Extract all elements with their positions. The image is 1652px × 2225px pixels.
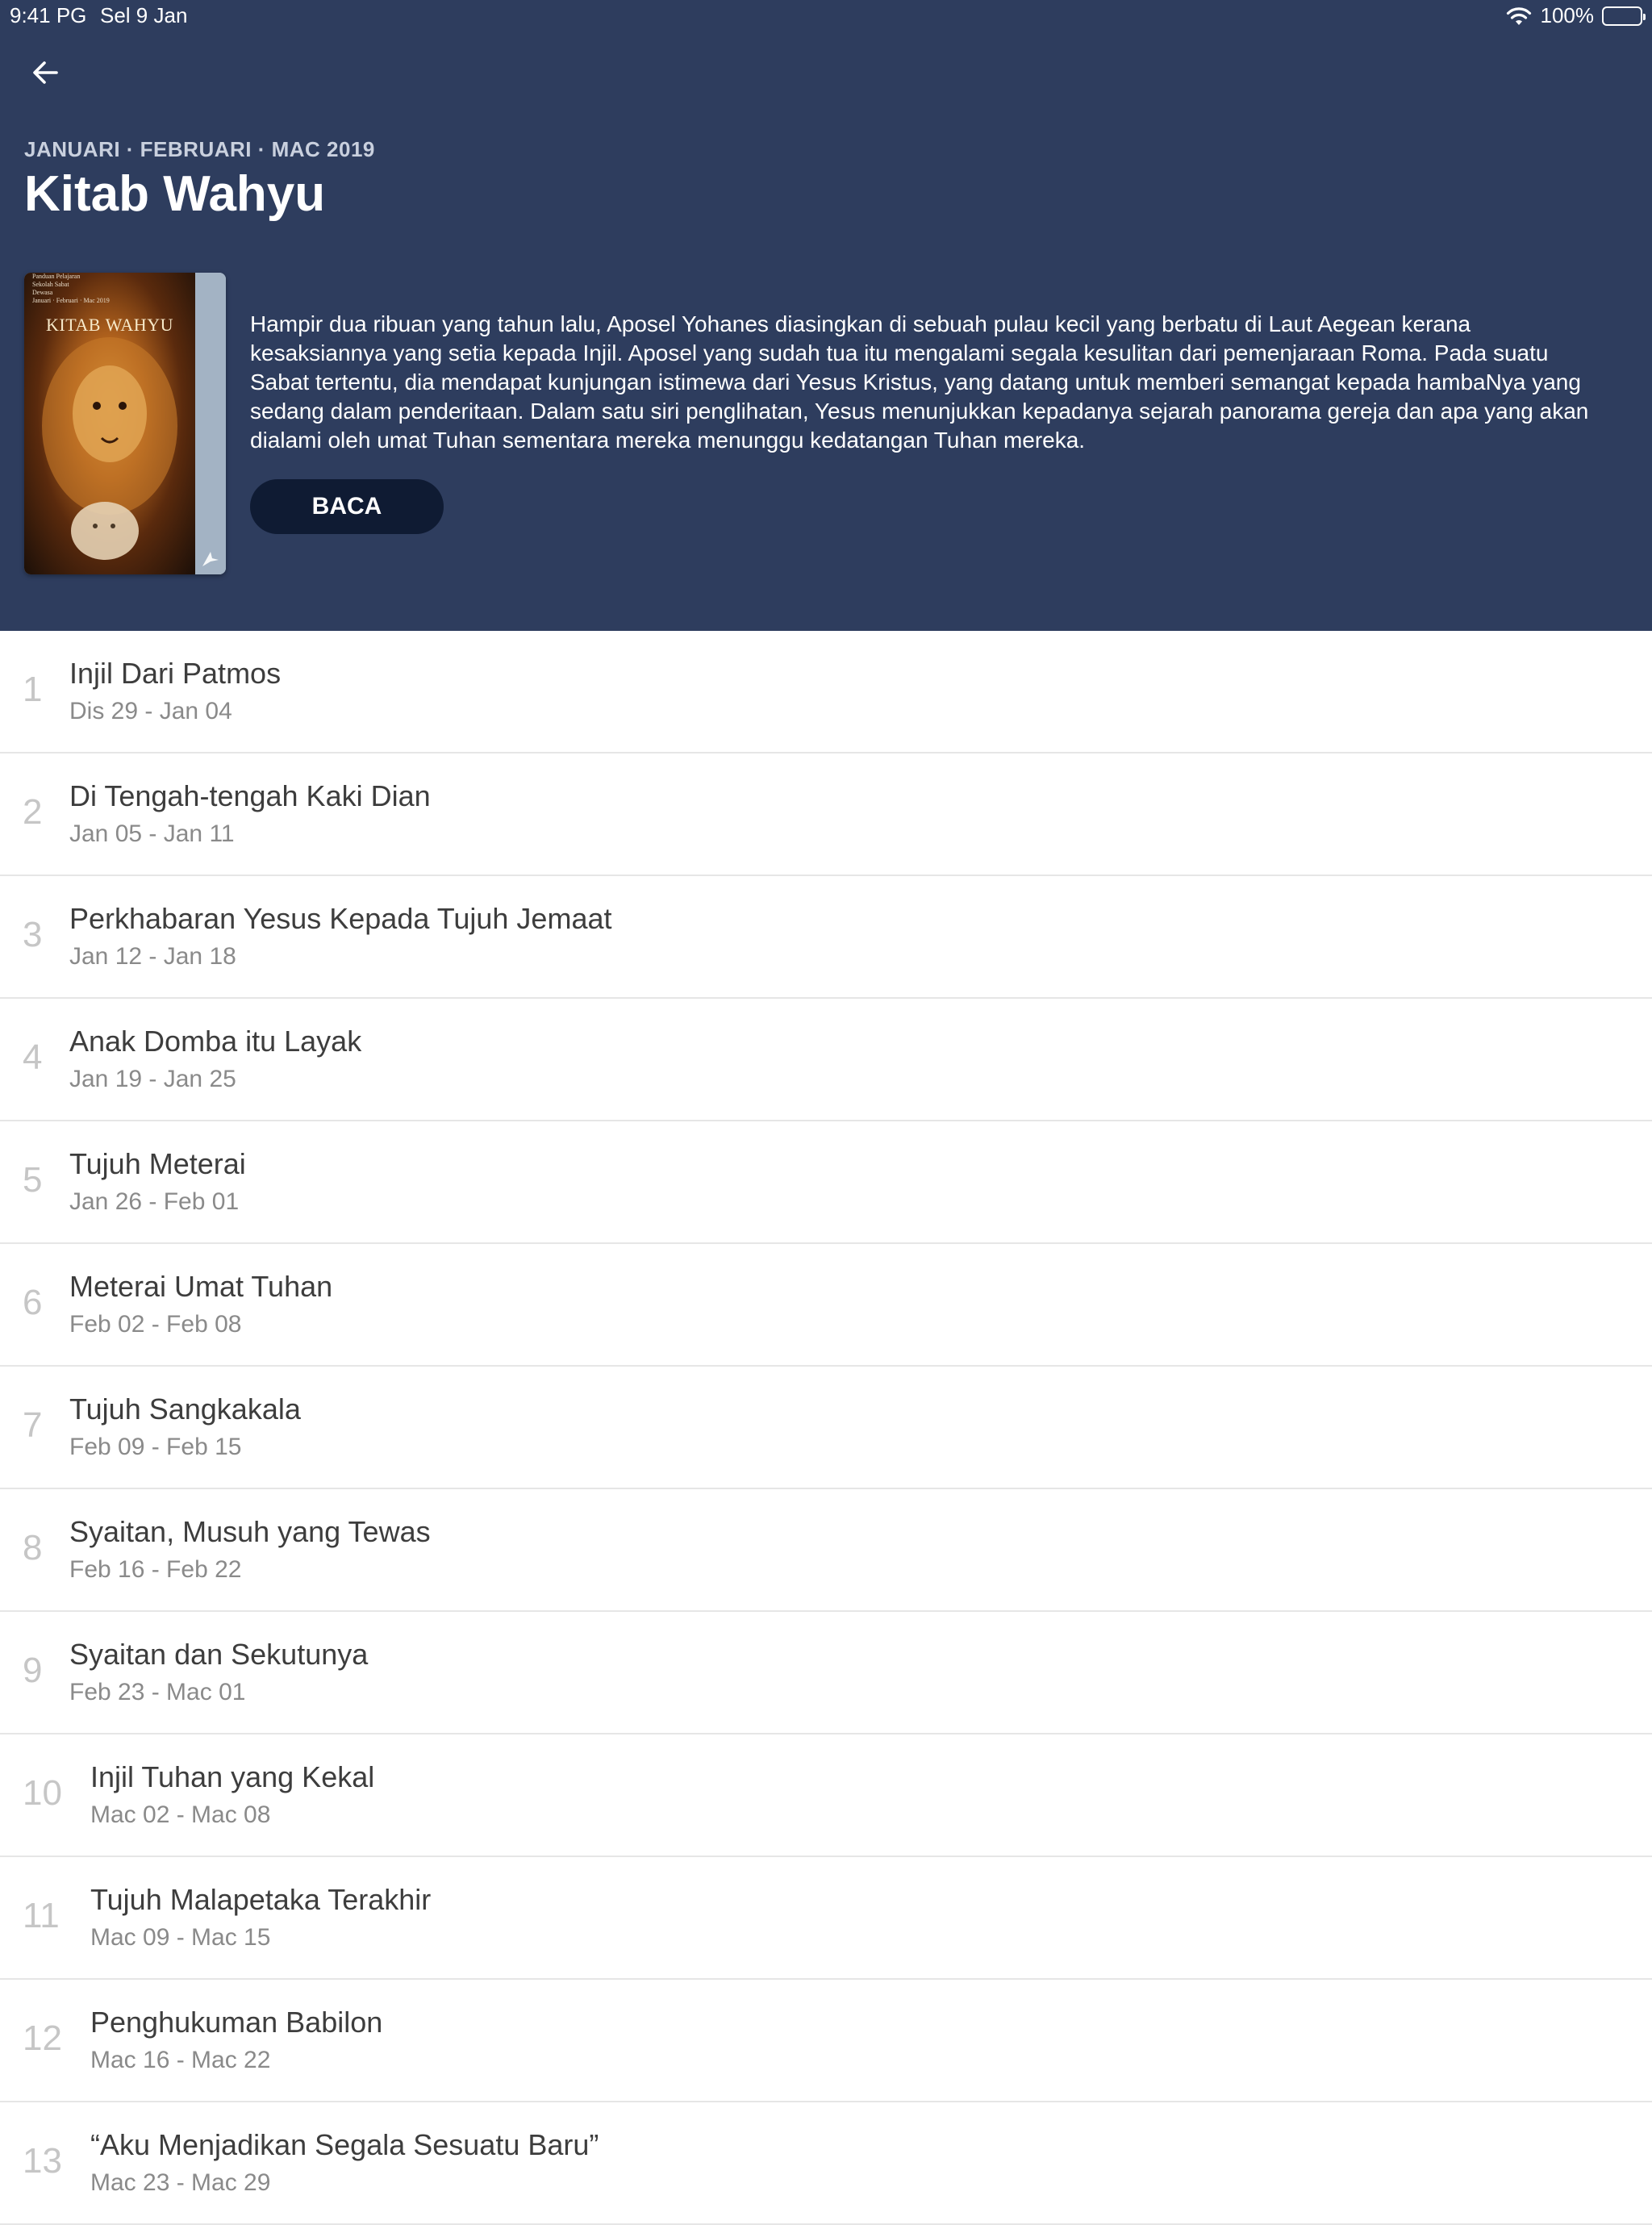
lesson-title: Injil Tuhan yang Kekal (90, 1760, 375, 1793)
lesson-number: 11 (23, 1896, 60, 1935)
lesson-title: Anak Domba itu Layak (69, 1025, 362, 1058)
lesson-dates: Feb 09 - Feb 15 (69, 1434, 242, 1460)
battery-icon (1602, 6, 1646, 26)
back-button[interactable] (23, 50, 68, 95)
lesson-dates: Mac 23 - Mac 29 (90, 2169, 271, 2196)
lesson-title: Tujuh Sangkakala (69, 1392, 301, 1426)
lesson-title: Perkhabaran Yesus Kepada Tujuh Jemaat (69, 902, 612, 935)
lesson-number: 5 (23, 1160, 43, 1200)
lesson-title: Penghukuman Babilon (90, 2006, 383, 2039)
lesson-dates: Mac 02 - Mac 08 (90, 1801, 271, 1828)
lesson-row[interactable]: 5 Tujuh Meterai Jan 26 - Feb 01 (0, 1121, 1652, 1244)
quarter-dates: JANUARI · FEBRUARI · MAC 2019 (24, 137, 375, 161)
book-cover-image: Panduan Pelajaran Sekolah Sabat Dewasa J… (24, 273, 226, 574)
lesson-dates: Jan 26 - Feb 01 (69, 1188, 240, 1215)
lesson-title: Injil Dari Patmos (69, 657, 282, 690)
lesson-row[interactable]: 6 Meterai Umat Tuhan Feb 02 - Feb 08 (0, 1244, 1652, 1367)
cover-spine (195, 273, 226, 574)
lesson-row[interactable]: 1 Injil Dari Patmos Dis 29 - Jan 04 (0, 631, 1652, 753)
lesson-title: Meterai Umat Tuhan (69, 1270, 333, 1303)
lesson-dates: Feb 16 - Feb 22 (69, 1556, 242, 1583)
status-time: 9:41 PG (10, 3, 87, 27)
lesson-dates: Jan 19 - Jan 25 (69, 1066, 236, 1092)
lesson-number: 6 (23, 1283, 43, 1322)
lesson-number: 3 (23, 915, 43, 954)
lesson-number: 9 (23, 1651, 43, 1690)
lesson-list: 1 Injil Dari Patmos Dis 29 - Jan 04 2 Di… (0, 631, 1652, 2225)
wifi-icon (1506, 6, 1531, 25)
lesson-dates: Dis 29 - Jan 04 (69, 698, 232, 724)
lesson-title: Tujuh Meterai (69, 1147, 246, 1180)
read-button[interactable]: BACA (250, 479, 444, 534)
lesson-dates: Jan 12 - Jan 18 (69, 943, 236, 970)
lesson-number: 8 (23, 1528, 43, 1568)
lesson-number: 1 (23, 670, 43, 709)
lesson-dates: Jan 05 - Jan 11 (69, 820, 235, 847)
arrow-left-icon (33, 61, 58, 84)
lesson-row[interactable]: 10 Injil Tuhan yang Kekal Mac 02 - Mac 0… (0, 1734, 1652, 1857)
lesson-header: 9:41 PG Sel 9 Jan 100% JANUARI · FEBRUAR… (0, 0, 1652, 631)
lesson-title: Syaitan dan Sekutunya (69, 1638, 369, 1671)
lesson-title: “Aku Menjadikan Segala Sesuatu Baru” (90, 2128, 599, 2161)
lesson-row[interactable]: 8 Syaitan, Musuh yang Tewas Feb 16 - Feb… (0, 1489, 1652, 1612)
status-bar: 9:41 PG Sel 9 Jan 100% (0, 0, 1652, 32)
lesson-row[interactable]: 4 Anak Domba itu Layak Jan 19 - Jan 25 (0, 999, 1652, 1121)
lesson-row[interactable]: 13 “Aku Menjadikan Segala Sesuatu Baru” … (0, 2102, 1652, 2225)
lesson-row[interactable]: 11 Tujuh Malapetaka Terakhir Mac 09 - Ma… (0, 1857, 1652, 1980)
lesson-title: Syaitan, Musuh yang Tewas (69, 1515, 431, 1548)
cover-title: KITAB WAHYU (46, 315, 173, 335)
lesson-number: 12 (23, 2018, 62, 2058)
lesson-row[interactable]: 12 Penghukuman Babilon Mac 16 - Mac 22 (0, 1980, 1652, 2102)
lesson-title: Tujuh Malapetaka Terakhir (90, 1883, 432, 1916)
page-title: Kitab Wahyu (24, 166, 326, 222)
cover-top-text: Panduan Pelajaran Sekolah Sabat Dewasa J… (32, 273, 110, 304)
lesson-number: 2 (23, 792, 43, 832)
lesson-title: Di Tengah-tengah Kaki Dian (69, 779, 431, 812)
church-logo-icon (202, 552, 219, 566)
lesson-row[interactable]: 9 Syaitan dan Sekutunya Feb 23 - Mac 01 (0, 1612, 1652, 1734)
lesson-row[interactable]: 7 Tujuh Sangkakala Feb 09 - Feb 15 (0, 1367, 1652, 1489)
lesson-dates: Feb 23 - Mac 01 (69, 1679, 246, 1705)
quarterly-description: Hampir dua ribuan yang tahun lalu, Apose… (250, 311, 1589, 453)
lesson-dates: Mac 09 - Mac 15 (90, 1924, 271, 1951)
battery-percentage: 100% (1540, 3, 1595, 27)
lesson-row[interactable]: 3 Perkhabaran Yesus Kepada Tujuh Jemaat … (0, 876, 1652, 999)
lesson-number: 7 (23, 1405, 43, 1445)
status-date: Sel 9 Jan (100, 3, 188, 27)
lesson-dates: Feb 02 - Feb 08 (69, 1311, 242, 1338)
lesson-number: 10 (23, 1773, 62, 1813)
status-right: 100% (1505, 3, 1646, 28)
lesson-number: 4 (23, 1037, 43, 1077)
lesson-number: 13 (23, 2141, 62, 2181)
lesson-row[interactable]: 2 Di Tengah-tengah Kaki Dian Jan 05 - Ja… (0, 753, 1652, 876)
lesson-dates: Mac 16 - Mac 22 (90, 2047, 271, 2073)
